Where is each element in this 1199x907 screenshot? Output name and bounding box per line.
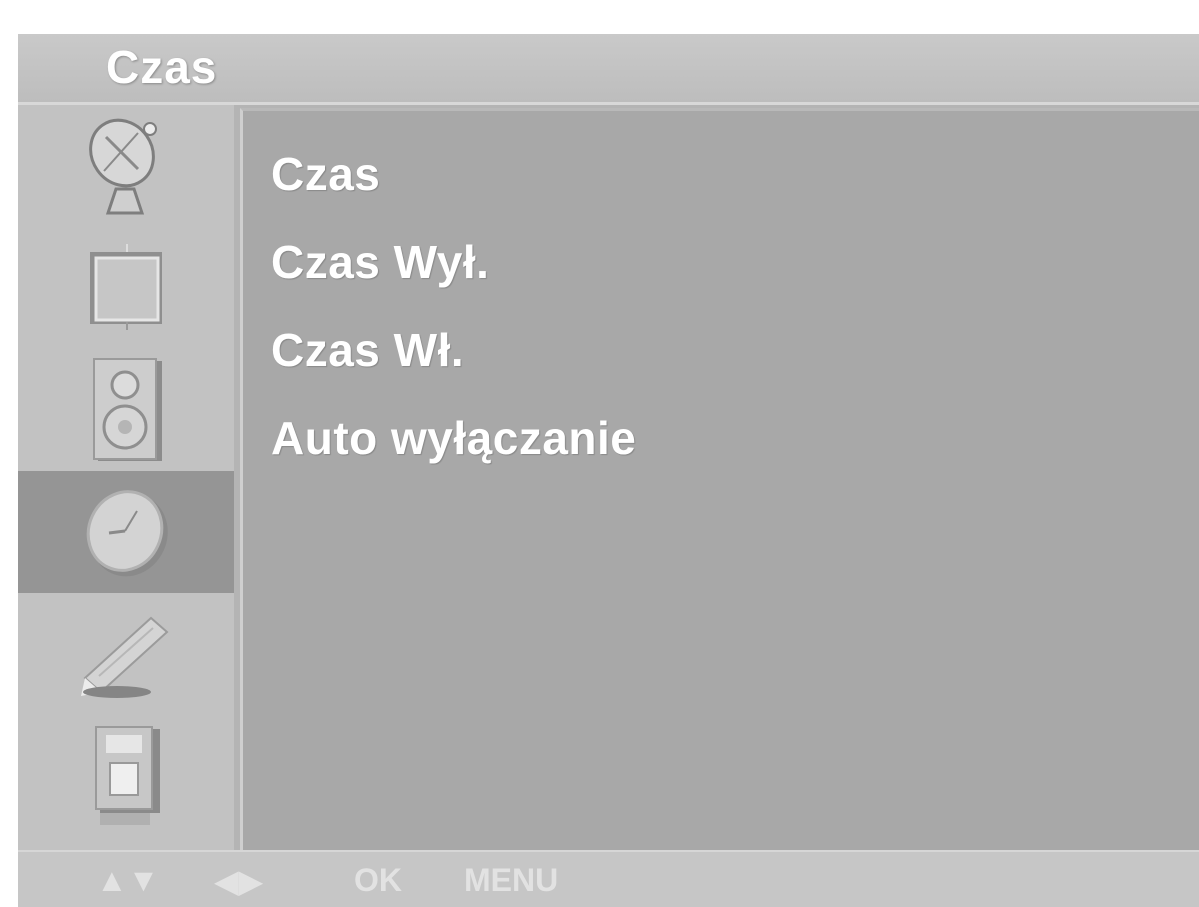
sidebar-item-input[interactable] <box>18 715 234 837</box>
submenu-panel: Czas Czas Wył. Czas Wł. Auto wyłączanie <box>240 108 1199 853</box>
speaker-icon <box>93 358 162 461</box>
pencil-icon <box>81 616 169 698</box>
leftright-hint: ◀▶ <box>214 863 264 899</box>
clock-icon <box>86 490 168 577</box>
sidebar-item-picture[interactable] <box>18 227 234 349</box>
updown-hint: ▲▼ <box>96 862 160 898</box>
category-sidebar <box>18 105 234 850</box>
menu-item-off-time[interactable]: Czas Wył. <box>271 235 489 289</box>
osd-menu-window: Czas Czas Czas Wył. Czas Wł. Auto wyłącz… <box>18 34 1199 907</box>
input-source-icon <box>95 726 160 825</box>
sidebar-item-option[interactable] <box>18 593 234 715</box>
satellite-dish-icon <box>89 118 157 215</box>
navigation-hint-bar: ▲▼ ◀▶ OK MENU <box>18 850 1199 907</box>
sidebar-item-sound[interactable] <box>18 349 234 471</box>
sidebar-item-time[interactable] <box>18 471 234 593</box>
menu-hint: MENU <box>464 862 559 898</box>
sidebar-item-station[interactable] <box>18 105 234 227</box>
menu-item-time[interactable]: Czas <box>271 147 380 201</box>
page-title: Czas <box>106 41 218 93</box>
title-bar: Czas <box>18 34 1199 105</box>
menu-item-on-time[interactable]: Czas Wł. <box>271 323 464 377</box>
menu-item-auto-sleep[interactable]: Auto wyłączanie <box>271 411 636 465</box>
picture-screen-icon <box>90 244 162 330</box>
ok-hint: OK <box>354 862 402 898</box>
